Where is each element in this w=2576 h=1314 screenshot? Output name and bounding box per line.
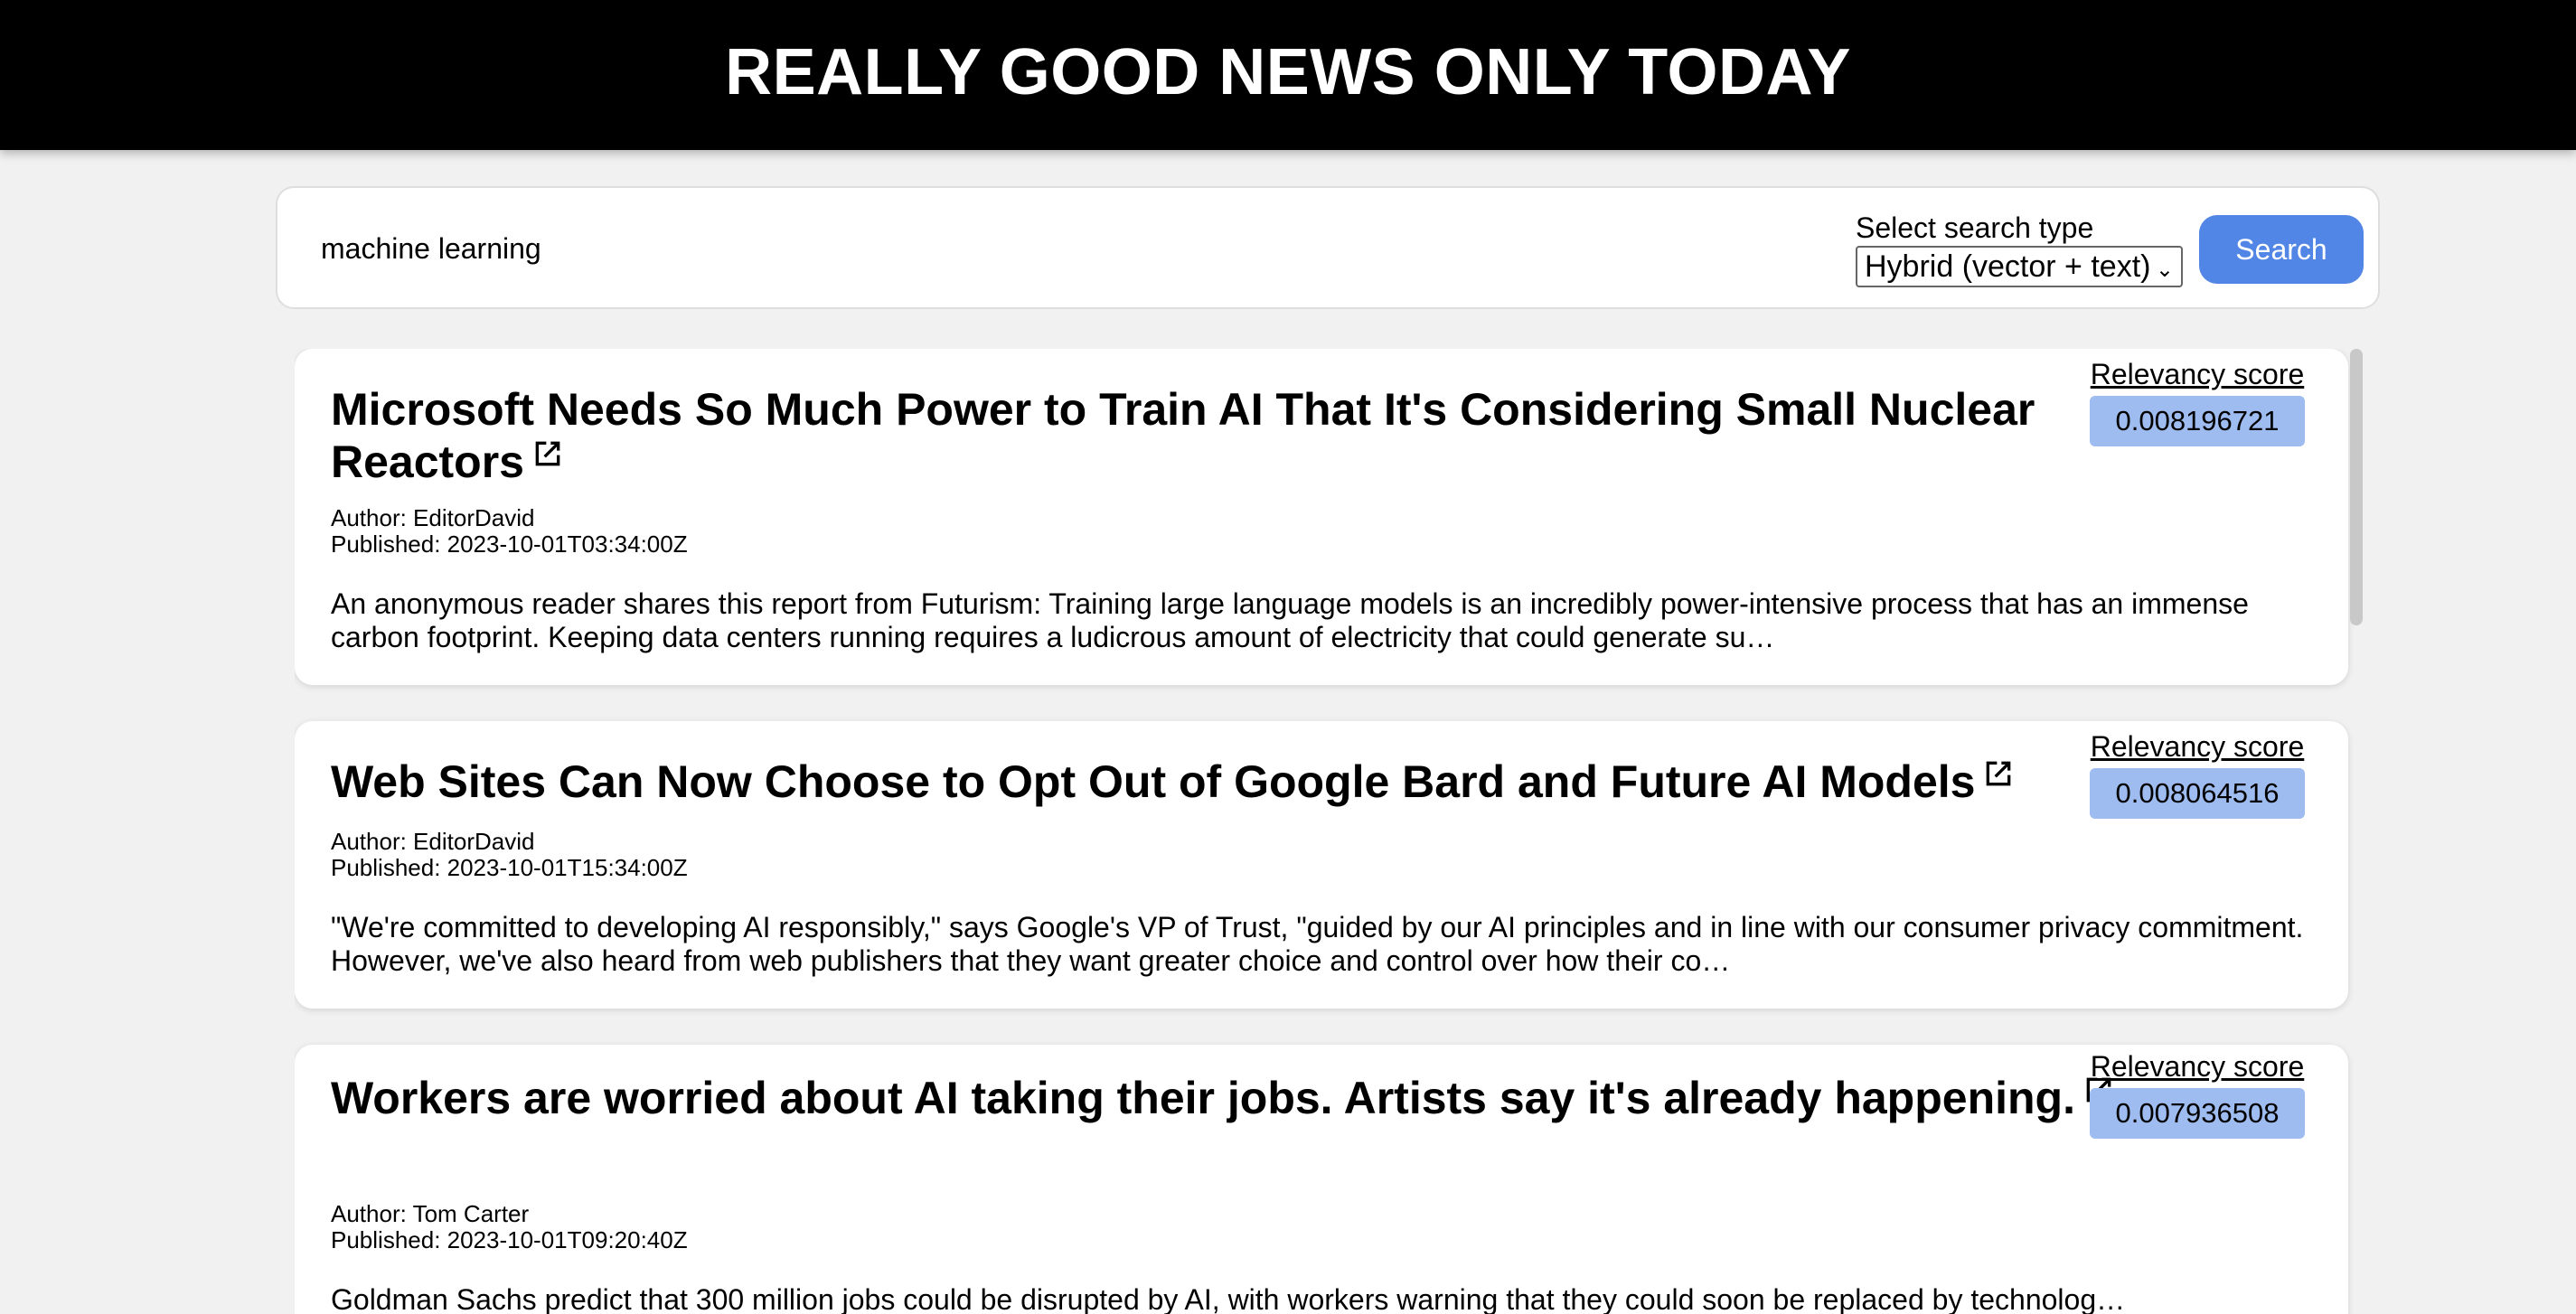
relevancy-score-badge: 0.008196721 — [2090, 396, 2305, 446]
chevron-down-icon: ⌄ — [2155, 258, 2174, 282]
search-type-label: Select search type — [1856, 211, 2094, 244]
result-title-text[interactable]: Workers are worried about AI taking thei… — [331, 1073, 2075, 1123]
relevancy-score-label[interactable]: Relevancy score — [2090, 730, 2305, 764]
result-summary: An anonymous reader shares this report f… — [331, 587, 2249, 653]
relevancy-score-label[interactable]: Relevancy score — [2090, 358, 2305, 391]
external-link-icon[interactable] — [1980, 756, 2017, 792]
search-button[interactable]: Search — [2199, 215, 2364, 284]
result-title-text[interactable]: Web Sites Can Now Choose to Opt Out of G… — [331, 756, 1975, 807]
result-published: Published: 2023-10-01T09:20:40Z — [331, 1226, 688, 1253]
app-header: REALLY GOOD NEWS ONLY TODAY — [0, 0, 2576, 150]
result-title[interactable]: Web Sites Can Now Choose to Opt Out of G… — [331, 756, 2120, 808]
result-author: Author: Tom Carter — [331, 1200, 530, 1227]
results-scrollbar-thumb[interactable] — [2350, 349, 2363, 625]
search-bar: Select search type Hybrid (vector + text… — [276, 186, 2380, 309]
result-card: Workers are worried about AI taking thei… — [295, 1045, 2348, 1314]
result-card: Microsoft Needs So Much Power to Train A… — [295, 349, 2348, 685]
result-published: Published: 2023-10-01T15:34:00Z — [331, 854, 688, 881]
search-type-select[interactable]: Hybrid (vector + text) ⌄ — [1856, 246, 2183, 287]
relevancy-score-badge: 0.008064516 — [2090, 768, 2305, 819]
result-title[interactable]: Workers are worried about AI taking thei… — [331, 1072, 2120, 1124]
result-summary: Goldman Sachs predict that 300 million j… — [331, 1283, 2126, 1314]
search-input[interactable] — [321, 219, 1677, 278]
external-link-icon[interactable] — [530, 436, 566, 472]
result-summary: "We're committed to developing AI respon… — [331, 911, 2304, 977]
result-card: Web Sites Can Now Choose to Opt Out of G… — [295, 721, 2348, 1009]
result-author: Author: EditorDavid — [331, 828, 535, 855]
relevancy-score-label[interactable]: Relevancy score — [2090, 1050, 2305, 1084]
relevancy-score-badge: 0.007936508 — [2090, 1088, 2305, 1139]
app-title: REALLY GOOD NEWS ONLY TODAY — [725, 36, 1851, 108]
result-title-text[interactable]: Microsoft Needs So Much Power to Train A… — [331, 384, 2035, 487]
result-author: Author: EditorDavid — [331, 504, 535, 531]
result-title[interactable]: Microsoft Needs So Much Power to Train A… — [331, 383, 2120, 488]
result-published: Published: 2023-10-01T03:34:00Z — [331, 530, 688, 558]
search-type-selected: Hybrid (vector + text) — [1865, 249, 2151, 284]
results-list[interactable]: Microsoft Needs So Much Power to Train A… — [295, 349, 2363, 1314]
